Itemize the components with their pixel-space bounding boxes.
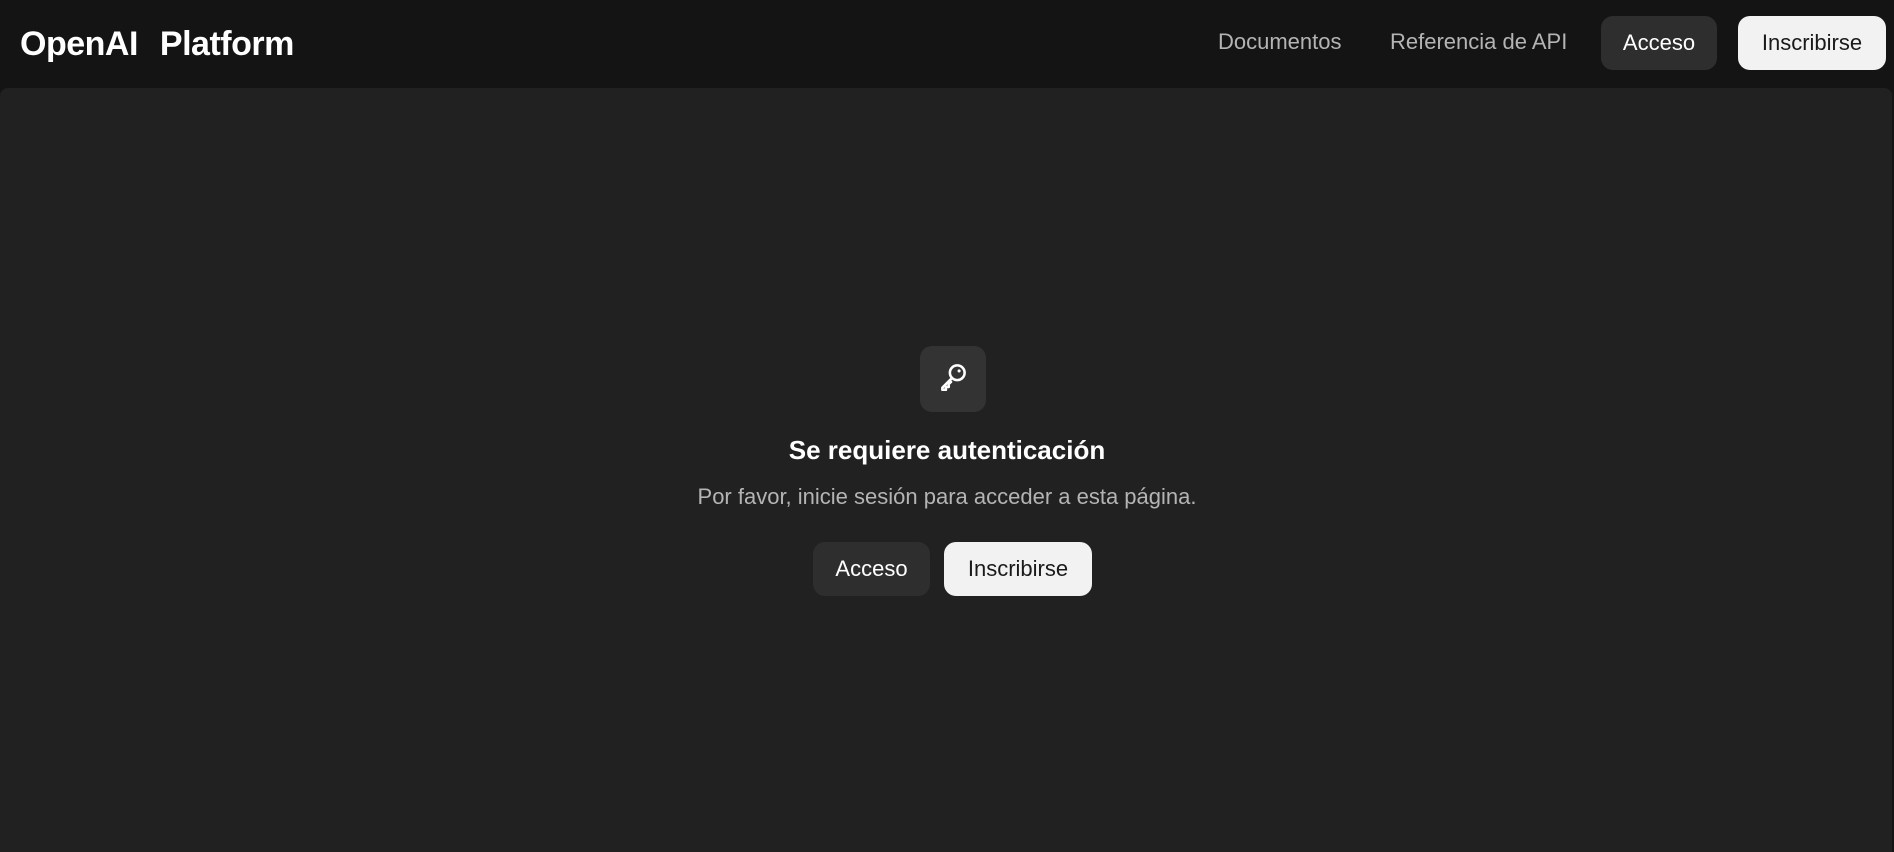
- brand-name: OpenAI: [20, 25, 138, 63]
- header-signup-button[interactable]: Inscribirse: [1738, 16, 1886, 70]
- signup-button[interactable]: Inscribirse: [944, 542, 1092, 596]
- nav-link-api-reference[interactable]: Referencia de API: [1390, 28, 1567, 56]
- brand-logo[interactable]: OpenAI Platform: [20, 22, 294, 66]
- auth-required-title: Se requiere autenticación: [788, 435, 1106, 465]
- key-icon-tile: [920, 346, 986, 412]
- login-button[interactable]: Acceso: [813, 542, 930, 596]
- top-navigation-bar: OpenAI Platform Documentos Referencia de …: [0, 0, 1894, 86]
- main-content-panel: [0, 88, 1892, 852]
- nav-link-docs[interactable]: Documentos: [1218, 28, 1342, 56]
- header-login-button[interactable]: Acceso: [1601, 16, 1717, 70]
- brand-product: Platform: [159, 25, 294, 63]
- auth-required-message: Por favor, inicie sesión para acceder a …: [697, 484, 1197, 509]
- key-icon: [936, 360, 970, 399]
